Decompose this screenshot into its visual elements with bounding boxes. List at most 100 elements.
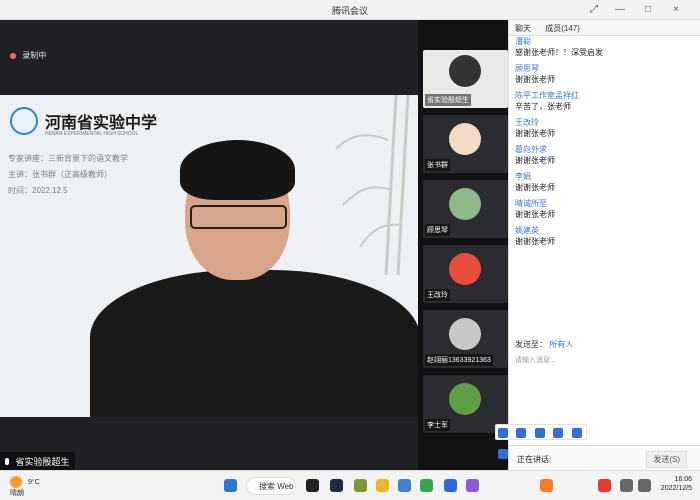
shared-video: 河南省实验中学 HENAN EXPERIMENTAL HIGH SCHOOL 专… — [0, 95, 418, 417]
speaking-status: 正在讲话: — [517, 455, 552, 464]
tab-chat[interactable]: 聊天 — [509, 20, 537, 37]
participant-tile[interactable]: 顾思琴 — [423, 180, 508, 238]
recipient-dropdown[interactable]: 所有人 — [549, 340, 573, 349]
participant-name: 省实验殷超生 — [425, 94, 471, 106]
chat-message: 陈平工作室孟祥红 辛苦了，张老师 — [515, 90, 689, 112]
message-sender: 姚建英 — [515, 226, 539, 235]
message-text: 谢谢张老师 — [515, 75, 555, 84]
message-text: 谢谢张老师 — [515, 129, 555, 138]
chat-messages: 潘聪感谢张老师！！深受启发 顾思琴谢谢张老师 陈平工作室孟祥红 辛苦了，张老师 王… — [509, 36, 689, 326]
sun-icon — [10, 476, 22, 488]
participant-name: 王改玲 — [425, 289, 450, 301]
clock-time: 16:06 — [674, 476, 692, 483]
temperature: 9°C — [27, 478, 40, 486]
participant-tile[interactable]: 张书群 — [423, 115, 508, 173]
chat-message: 晴诚所至 谢谢张老师 — [515, 198, 689, 220]
send-to-label: 发送至： — [515, 340, 547, 349]
network-icon[interactable] — [620, 479, 633, 492]
weather-label: 晴朗 — [10, 490, 24, 497]
participant-tile[interactable]: 赵翊丽13633921363 — [423, 310, 508, 368]
microphone-icon — [5, 458, 9, 465]
message-sender: 潘聪 — [515, 37, 531, 46]
message-sender: 晴诚所至 — [515, 199, 547, 208]
task-view-icon[interactable] — [306, 479, 319, 492]
message-text: 谢谢张老师 — [515, 183, 555, 192]
maximize-icon[interactable]: □ — [640, 2, 656, 18]
participant-name: 张书群 — [425, 159, 450, 171]
windows-taskbar: 9°C 晴朗 搜索 Web 16:06 2022/12/5 — [0, 470, 700, 500]
chat-bottom-bar: 正在讲话: 发送(S) — [509, 445, 700, 470]
wechat-icon[interactable] — [420, 479, 433, 492]
punctuation-icon[interactable] — [516, 428, 527, 438]
participant-name: 赵翊丽13633921363 — [425, 354, 493, 366]
voice-icon[interactable] — [534, 428, 545, 438]
recording-indicator: 录制中 — [10, 50, 46, 61]
photoshop-icon[interactable] — [330, 479, 343, 492]
send-to-row: 发送至： 所有人 — [515, 339, 573, 350]
participant-name: 李士军 — [425, 419, 450, 431]
message-sender: 葛向外求 — [515, 145, 547, 154]
input-method-icon[interactable] — [498, 428, 508, 438]
system-clock[interactable]: 16:06 2022/12/5 — [661, 475, 692, 493]
grid-icon[interactable] — [498, 449, 508, 459]
glasses-icon — [190, 205, 287, 229]
presenter-video — [90, 130, 418, 417]
participant-avatar-icon — [449, 188, 481, 220]
chat-message: 葛向外求 谢谢张老师 — [515, 144, 689, 166]
tab-members[interactable]: 成员(147) — [539, 20, 586, 37]
input-tray-icon[interactable] — [598, 479, 611, 492]
participant-avatar-icon — [449, 253, 481, 285]
record-icon — [10, 52, 16, 59]
chat-message: 姚建英 谢谢张老师 — [515, 225, 689, 247]
chat-tabs: 聊天 成员(147) — [509, 20, 700, 36]
minimize-icon[interactable]: — — [612, 2, 628, 18]
message-text: 谢谢张老师 — [515, 237, 555, 246]
current-speaker-badge: 省实验殷超生 — [0, 452, 75, 470]
app-icon[interactable] — [398, 479, 411, 492]
participant-avatar-icon — [449, 55, 481, 87]
message-text: 感谢张老师！！深受启发 — [515, 48, 603, 57]
participant-tile[interactable]: 省实验殷超生 — [423, 50, 508, 108]
message-text: 辛苦了，张老师 — [515, 102, 571, 111]
pin-icon[interactable]: ⤢ — [586, 2, 602, 18]
school-logo-icon — [10, 107, 38, 135]
main-video-area: 录制中 河南省实验中学 HENAN EXPERIMENTAL HIGH SCHO… — [0, 20, 418, 470]
recording-label: 录制中 — [22, 51, 47, 60]
chat-message: 王改玲 谢谢张老师 — [515, 117, 689, 139]
keyboard-icon[interactable] — [553, 428, 564, 438]
message-sender: 陈平工作室孟祥红 — [515, 91, 579, 100]
presenter-hair — [180, 140, 295, 200]
participant-panel: 省实验殷超生 张书群 顾思琴 王改玲 赵翊丽13633921363 李士军 — [418, 20, 508, 470]
speaker-label: 省实验殷超生 — [15, 457, 70, 467]
participant-tile[interactable]: 王改玲 — [423, 245, 508, 303]
participant-name: 顾思琴 — [425, 224, 450, 236]
browser-icon[interactable] — [354, 479, 367, 492]
chat-message: 潘聪感谢张老师！！深受启发 — [515, 36, 689, 58]
message-sender: 王改玲 — [515, 118, 539, 127]
send-button[interactable]: 发送(S) — [646, 451, 687, 468]
message-text: 谢谢张老师 — [515, 210, 555, 219]
participant-avatar-icon — [449, 318, 481, 350]
app-icon[interactable] — [466, 479, 479, 492]
tray-icon[interactable] — [540, 479, 553, 492]
message-text: 谢谢张老师 — [515, 156, 555, 165]
lecture-line-3: 时间：2022.12.5 — [8, 186, 68, 195]
input-method-toolbar — [495, 424, 587, 459]
presenter-body — [90, 270, 418, 417]
windows-start-icon[interactable] — [224, 479, 237, 492]
tencent-meeting-icon[interactable] — [444, 479, 457, 492]
message-sender: 李娟 — [515, 172, 531, 181]
chat-message: 顾思琴 谢谢张老师 — [515, 63, 689, 85]
folder-icon[interactable] — [376, 479, 389, 492]
skin-icon[interactable] — [571, 428, 582, 438]
participant-avatar-icon — [449, 383, 481, 415]
window-titlebar: 腾讯会议 ⤢ — □ × — [0, 0, 700, 20]
close-icon[interactable]: × — [668, 2, 684, 18]
chat-message: 李娟 谢谢张老师 — [515, 171, 689, 193]
chat-input[interactable]: 请输入消息... — [515, 355, 695, 367]
web-search-box[interactable]: 搜索 Web — [246, 477, 296, 495]
weather-widget[interactable]: 9°C 晴朗 — [10, 476, 40, 498]
chat-panel: 聊天 成员(147) 潘聪感谢张老师！！深受启发 顾思琴谢谢张老师 陈平工作室孟… — [508, 20, 700, 470]
volume-icon[interactable] — [638, 479, 651, 492]
message-sender: 顾思琴 — [515, 64, 539, 73]
